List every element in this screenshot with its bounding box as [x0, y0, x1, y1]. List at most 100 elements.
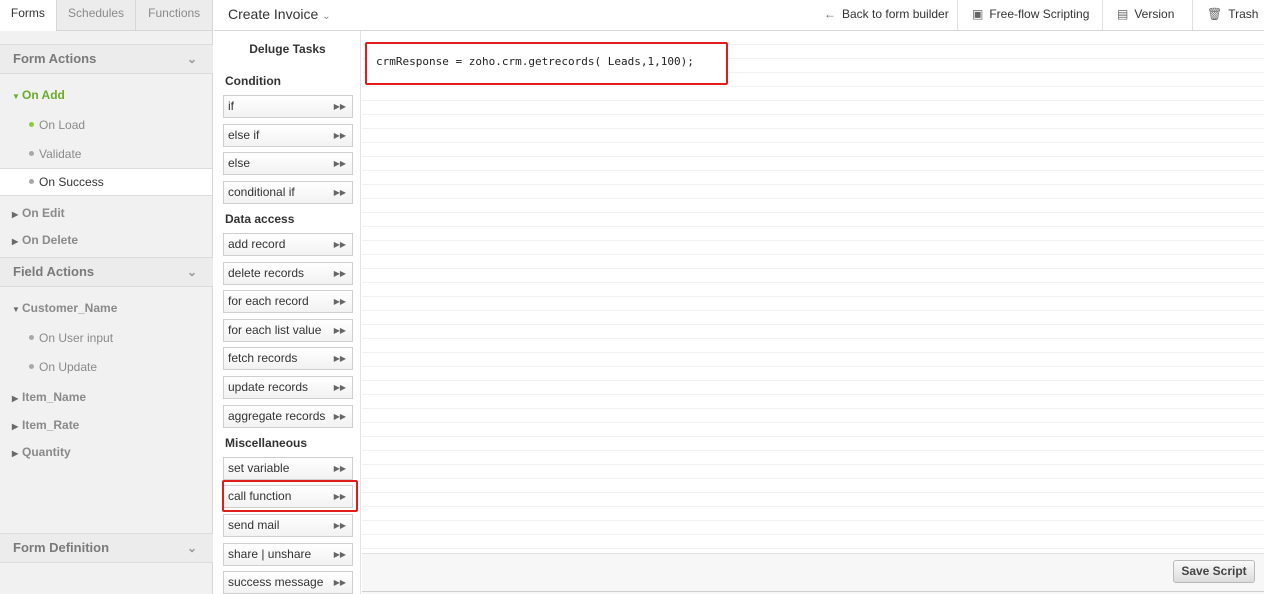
task-label: send mail [228, 518, 280, 532]
event-on-delete-label: On Delete [22, 233, 79, 247]
action-on-load[interactable]: On Load [0, 112, 212, 138]
collapsed-triangle-icon: ▶ [12, 394, 19, 403]
task-label: else [228, 156, 251, 170]
field-quantity-label: Quantity [22, 445, 71, 459]
code-line[interactable]: crmResponse = zoho.crm.getrecords( Leads… [376, 55, 694, 68]
double-arrow-right-icon: ▶▶ [333, 326, 346, 335]
action-on-success-label: On Success [39, 175, 104, 189]
event-on-edit-label: On Edit [22, 206, 65, 220]
action-on-update[interactable]: On Update [0, 354, 212, 380]
sidebar-tabs: Forms Schedules Functions [0, 0, 212, 31]
task-for-each-list-value[interactable]: for each list value ▶▶ [223, 319, 353, 342]
bullet-icon [29, 364, 34, 370]
trash-label: Trash [1228, 7, 1259, 21]
task-label: update records [228, 380, 309, 394]
action-on-load-label: On Load [39, 118, 86, 132]
freeflow-label: Free-flow Scripting [989, 7, 1090, 21]
bullet-icon [29, 179, 34, 185]
task-label: delete records [228, 266, 305, 280]
task-fetch-records[interactable]: fetch records ▶▶ [223, 347, 353, 370]
event-on-edit[interactable]: ▶ On Edit [0, 200, 213, 226]
double-arrow-right-icon: ▶▶ [333, 464, 346, 473]
collapsed-triangle-icon: ▶ [12, 449, 19, 458]
action-on-success[interactable]: On Success [0, 168, 212, 196]
field-item-rate-label: Item_Rate [22, 418, 80, 432]
form-actions-header[interactable]: Form Actions ⌄ [0, 44, 213, 74]
task-success-message[interactable]: success message ▶▶ [223, 571, 353, 594]
action-validate[interactable]: Validate [0, 141, 212, 167]
field-customer-name-label: Customer_Name [22, 301, 118, 315]
action-on-user-input-label: On User input [39, 331, 114, 345]
field-actions-header[interactable]: Field Actions ⌄ [0, 257, 213, 287]
field-item-name-label: Item_Name [22, 390, 87, 404]
chevron-down-icon: ⌄ [322, 11, 331, 22]
expanded-triangle-icon: ▼ [12, 92, 20, 101]
back-label: Back to form builder [842, 7, 949, 21]
task-label: conditional if [228, 185, 295, 199]
form-selector[interactable]: Create Invoice ⌄ [228, 0, 331, 31]
bullet-icon [29, 122, 34, 128]
double-arrow-right-icon: ▶▶ [333, 297, 346, 306]
task-if[interactable]: if ▶▶ [223, 95, 353, 118]
task-delete-records[interactable]: delete records ▶▶ [223, 262, 353, 285]
divider [362, 591, 1264, 592]
event-on-add[interactable]: ▼ On Add [0, 82, 213, 108]
action-on-user-input[interactable]: On User input [0, 325, 212, 351]
call-function-highlight [222, 480, 358, 512]
free-flow-scripting-button[interactable]: ▣ Free-flow Scripting [957, 0, 1102, 30]
task-else[interactable]: else ▶▶ [223, 152, 353, 175]
event-on-delete[interactable]: ▶ On Delete [0, 227, 213, 253]
bullet-icon [29, 335, 34, 341]
task-update-records[interactable]: update records ▶▶ [223, 376, 353, 399]
version-button[interactable]: ▤ Version [1102, 0, 1192, 30]
version-icon: ▤ [1117, 7, 1129, 21]
scripting-icon: ▣ [972, 7, 984, 21]
chevron-down-icon[interactable]: ⌄ [187, 45, 197, 73]
task-else-if[interactable]: else if ▶▶ [223, 124, 353, 147]
task-set-variable[interactable]: set variable ▶▶ [223, 457, 353, 480]
task-aggregate-records[interactable]: aggregate records ▶▶ [223, 405, 353, 428]
top-toolbar: Create Invoice ⌄ ← Back to form builder ▣ F… [214, 0, 1264, 31]
chevron-down-icon[interactable]: ⌄ [187, 534, 197, 562]
task-label: fetch records [228, 351, 298, 365]
double-arrow-right-icon: ▶▶ [333, 102, 346, 111]
task-label: for each record [228, 294, 309, 308]
action-validate-label: Validate [39, 147, 82, 161]
collapsed-triangle-icon: ▶ [12, 237, 19, 246]
form-definition-title: Form Definition [13, 540, 110, 555]
double-arrow-right-icon: ▶▶ [333, 240, 346, 249]
double-arrow-right-icon: ▶▶ [333, 550, 346, 559]
script-editor[interactable]: crmResponse = zoho.crm.getrecords( Leads… [362, 31, 1264, 553]
task-label: if [228, 99, 234, 113]
task-label: else if [228, 128, 260, 142]
bullet-icon [29, 151, 34, 157]
double-arrow-right-icon: ▶▶ [333, 159, 346, 168]
field-item-rate[interactable]: ▶ Item_Rate [0, 412, 213, 438]
task-label: share | unshare [228, 547, 312, 561]
code-statement-highlight[interactable]: crmResponse = zoho.crm.getrecords( Leads… [365, 42, 728, 85]
tab-functions[interactable]: Functions [136, 0, 212, 30]
collapsed-triangle-icon: ▶ [12, 422, 19, 431]
task-conditional-if[interactable]: conditional if ▶▶ [223, 181, 353, 204]
task-send-mail[interactable]: send mail ▶▶ [223, 514, 353, 537]
task-label: add record [228, 237, 286, 251]
field-actions-title: Field Actions [13, 264, 95, 279]
back-to-form-builder-link[interactable]: ← Back to form builder [810, 0, 949, 30]
event-on-add-label: On Add [22, 88, 65, 102]
tab-schedules[interactable]: Schedules [56, 0, 137, 30]
expanded-triangle-icon: ▼ [12, 305, 20, 314]
field-quantity[interactable]: ▶ Quantity [0, 439, 213, 465]
trash-button[interactable]: 🗑 Trash [1192, 0, 1264, 30]
tab-forms[interactable]: Forms [0, 0, 57, 31]
page-title: Create Invoice [228, 6, 319, 22]
form-definition-header[interactable]: Form Definition ⌄ [0, 533, 213, 563]
collapsed-triangle-icon: ▶ [12, 210, 19, 219]
chevron-down-icon[interactable]: ⌄ [187, 258, 197, 286]
task-share-unshare[interactable]: share | unshare ▶▶ [223, 543, 353, 566]
task-for-each-record[interactable]: for each record ▶▶ [223, 290, 353, 313]
field-item-name[interactable]: ▶ Item_Name [0, 384, 213, 410]
task-add-record[interactable]: add record ▶▶ [223, 233, 353, 256]
save-script-button[interactable]: Save Script [1173, 560, 1255, 583]
double-arrow-right-icon: ▶▶ [333, 412, 346, 421]
field-customer-name[interactable]: ▼ Customer_Name [0, 295, 213, 321]
